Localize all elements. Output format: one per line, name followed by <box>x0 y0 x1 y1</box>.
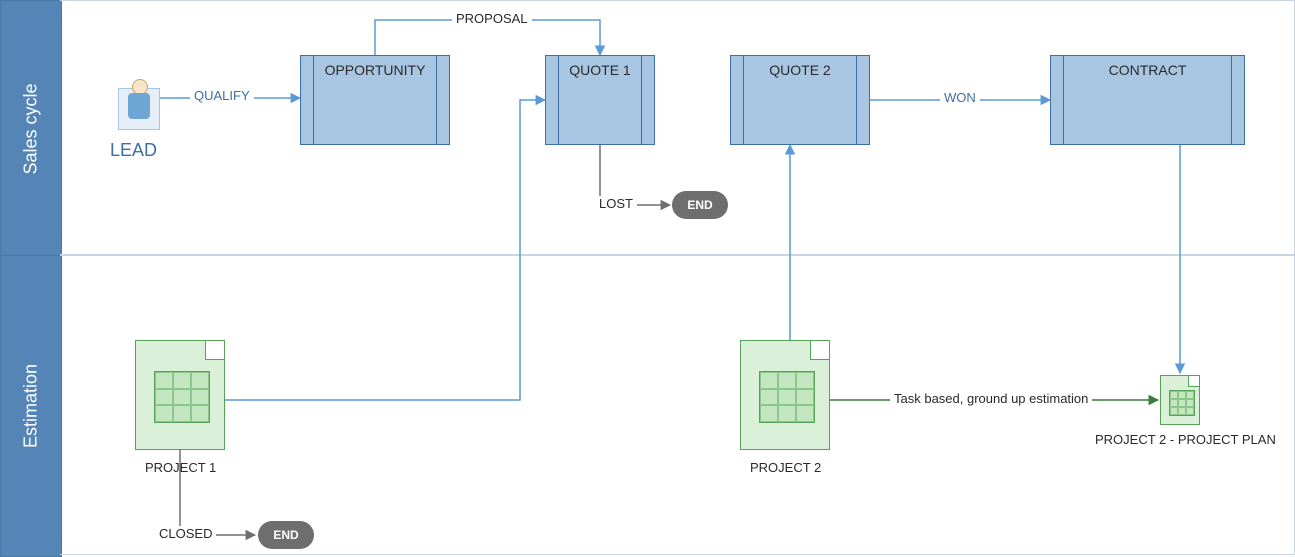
lane-header-estimation: Estimation <box>0 255 62 557</box>
node-project2-label: PROJECT 2 <box>750 460 821 475</box>
node-project1 <box>135 340 225 450</box>
lane-header-sales: Sales cycle <box>0 0 62 257</box>
edge-estimation-label: Task based, ground up estimation <box>890 391 1092 406</box>
lead-label: LEAD <box>110 140 157 161</box>
node-end-lost: END <box>672 191 728 219</box>
edge-lost-label: LOST <box>595 196 637 211</box>
edge-qualify-label: QUALIFY <box>190 88 254 103</box>
lane-body-estimation <box>60 255 1295 555</box>
lane-label-sales: Sales cycle <box>21 83 42 174</box>
node-project-plan-label: PROJECT 2 - PROJECT PLAN <box>1095 432 1276 447</box>
edge-proposal-label: PROPOSAL <box>452 11 532 26</box>
lane-label-estimation: Estimation <box>21 364 42 448</box>
node-project-plan <box>1160 375 1200 425</box>
node-project2 <box>740 340 830 450</box>
node-opportunity: OPPORTUNITY <box>300 55 450 145</box>
diagram-canvas: Sales cycle Estimation <box>0 0 1295 557</box>
node-opportunity-label: OPPORTUNITY <box>325 62 426 78</box>
edge-closed-label: CLOSED <box>155 526 216 541</box>
node-end-closed: END <box>258 521 314 549</box>
edge-won-label: WON <box>940 90 980 105</box>
node-quote1: QUOTE 1 <box>545 55 655 145</box>
node-quote1-label: QUOTE 1 <box>569 62 630 78</box>
node-contract-label: CONTRACT <box>1109 62 1187 78</box>
lead-actor-icon <box>118 88 160 130</box>
node-project1-label: PROJECT 1 <box>145 460 216 475</box>
node-quote2-label: QUOTE 2 <box>769 62 830 78</box>
node-contract: CONTRACT <box>1050 55 1245 145</box>
node-quote2: QUOTE 2 <box>730 55 870 145</box>
